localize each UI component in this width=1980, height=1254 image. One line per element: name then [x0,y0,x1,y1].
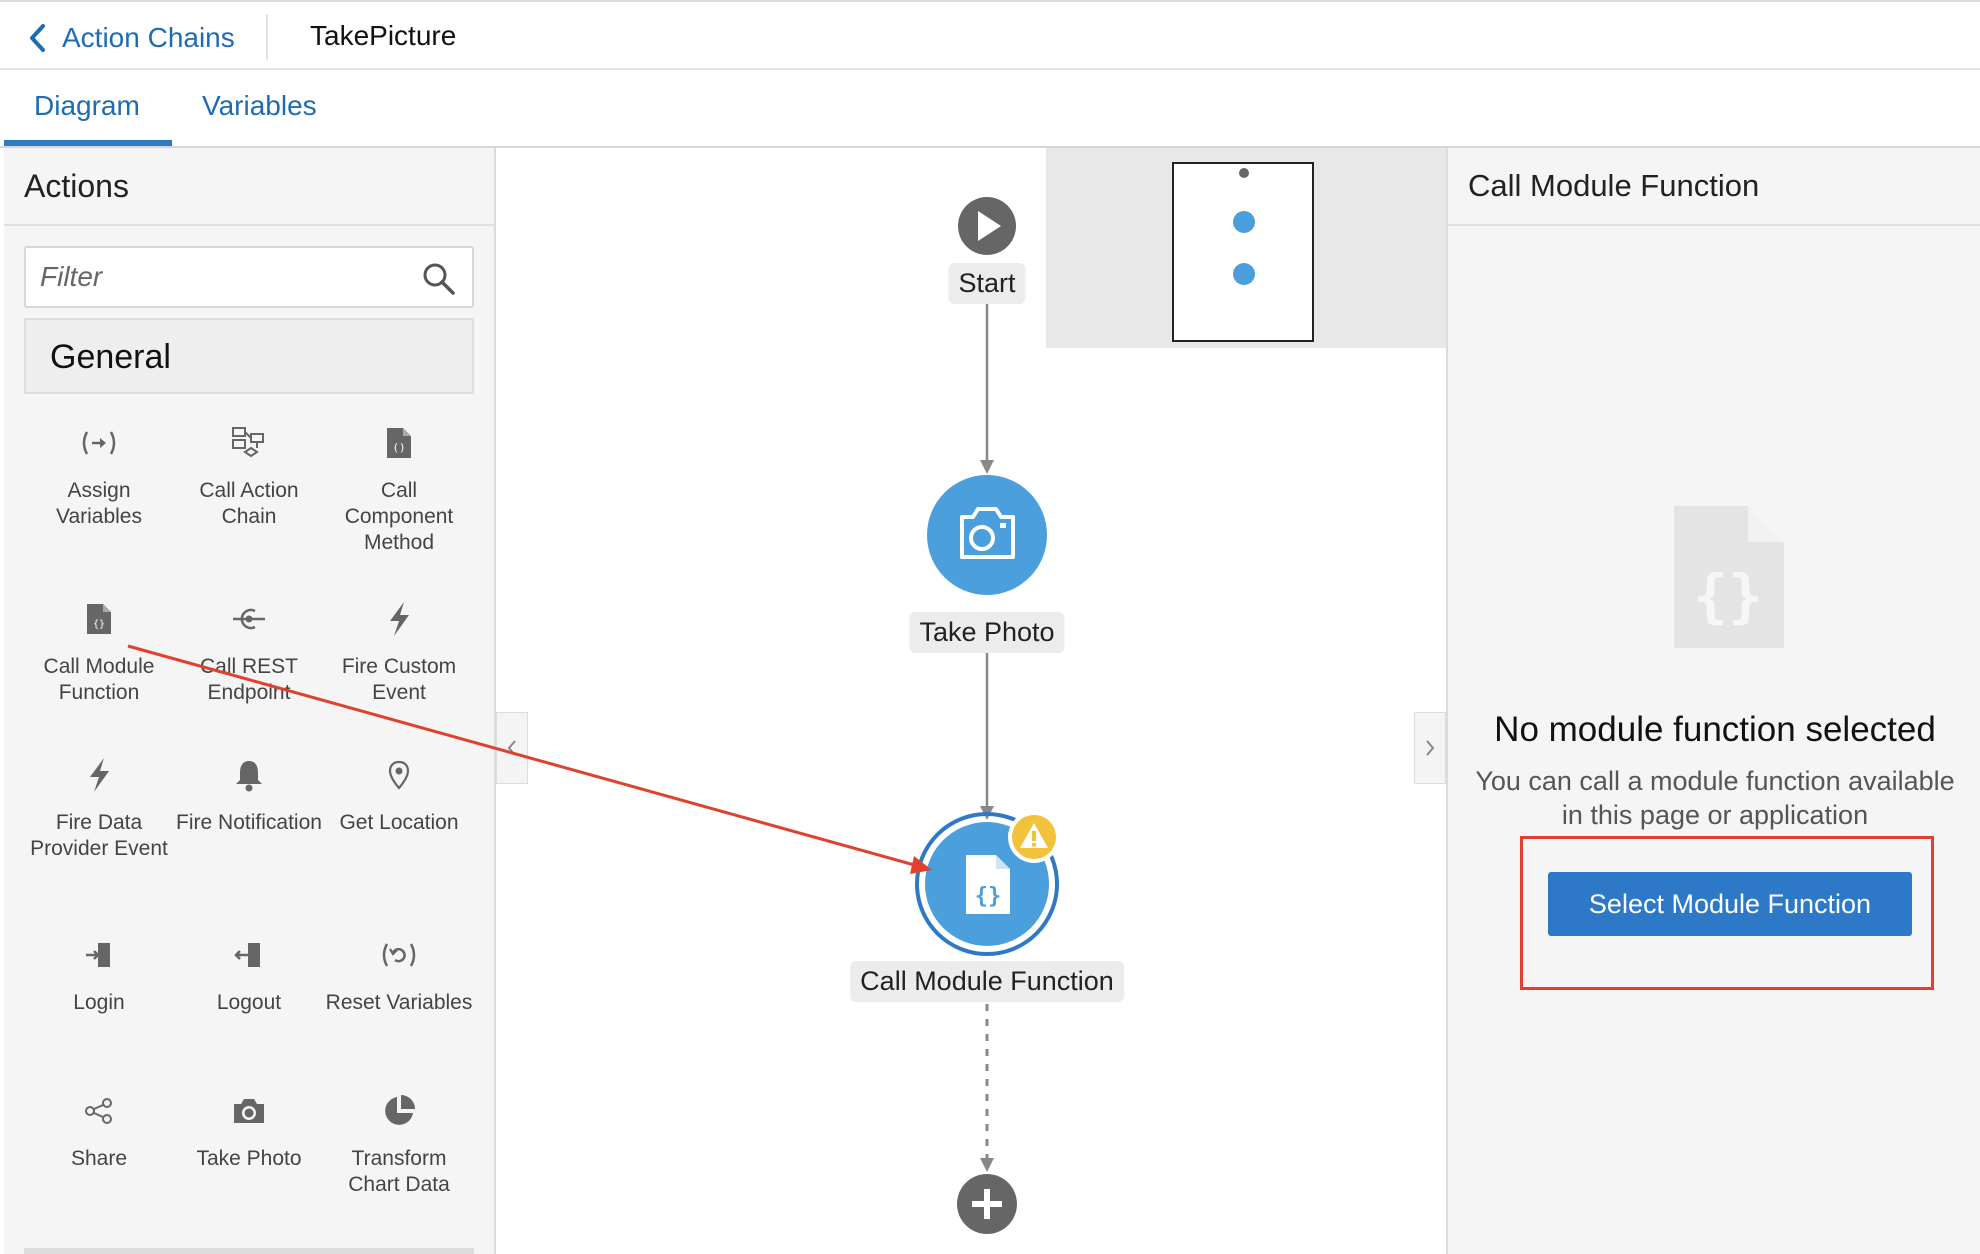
divider [1448,224,1980,226]
empty-state-hint: You can call a module function available… [1475,766,1955,830]
module-function-icon: {} [1674,506,1784,648]
module-function-icon: {} [966,855,1010,914]
connector-arrowhead [980,460,994,474]
properties-panel-title: Call Module Function [1468,168,1760,203]
svg-text:{}: {} [1693,562,1763,630]
annotation-arrow [127,644,919,868]
add-action-node [957,1174,1017,1234]
select-module-function-button[interactable]: Select Module Function [1548,872,1912,936]
properties-panel: Call Module Function {} No module functi… [1446,148,1980,1254]
start-node [958,197,1016,255]
start-node-label[interactable]: Start [948,263,1026,304]
take-photo-node [927,475,1047,595]
warning-icon [1008,811,1060,863]
take-photo-node-label[interactable]: Take Photo [909,612,1065,653]
call-module-function-node: {} [915,811,1060,956]
empty-state-title: No module function selected [1494,710,1936,749]
connector-arrowhead [980,1158,994,1172]
svg-text:{}: {} [975,884,1002,909]
call-module-function-node-label[interactable]: Call Module Function [850,961,1124,1002]
